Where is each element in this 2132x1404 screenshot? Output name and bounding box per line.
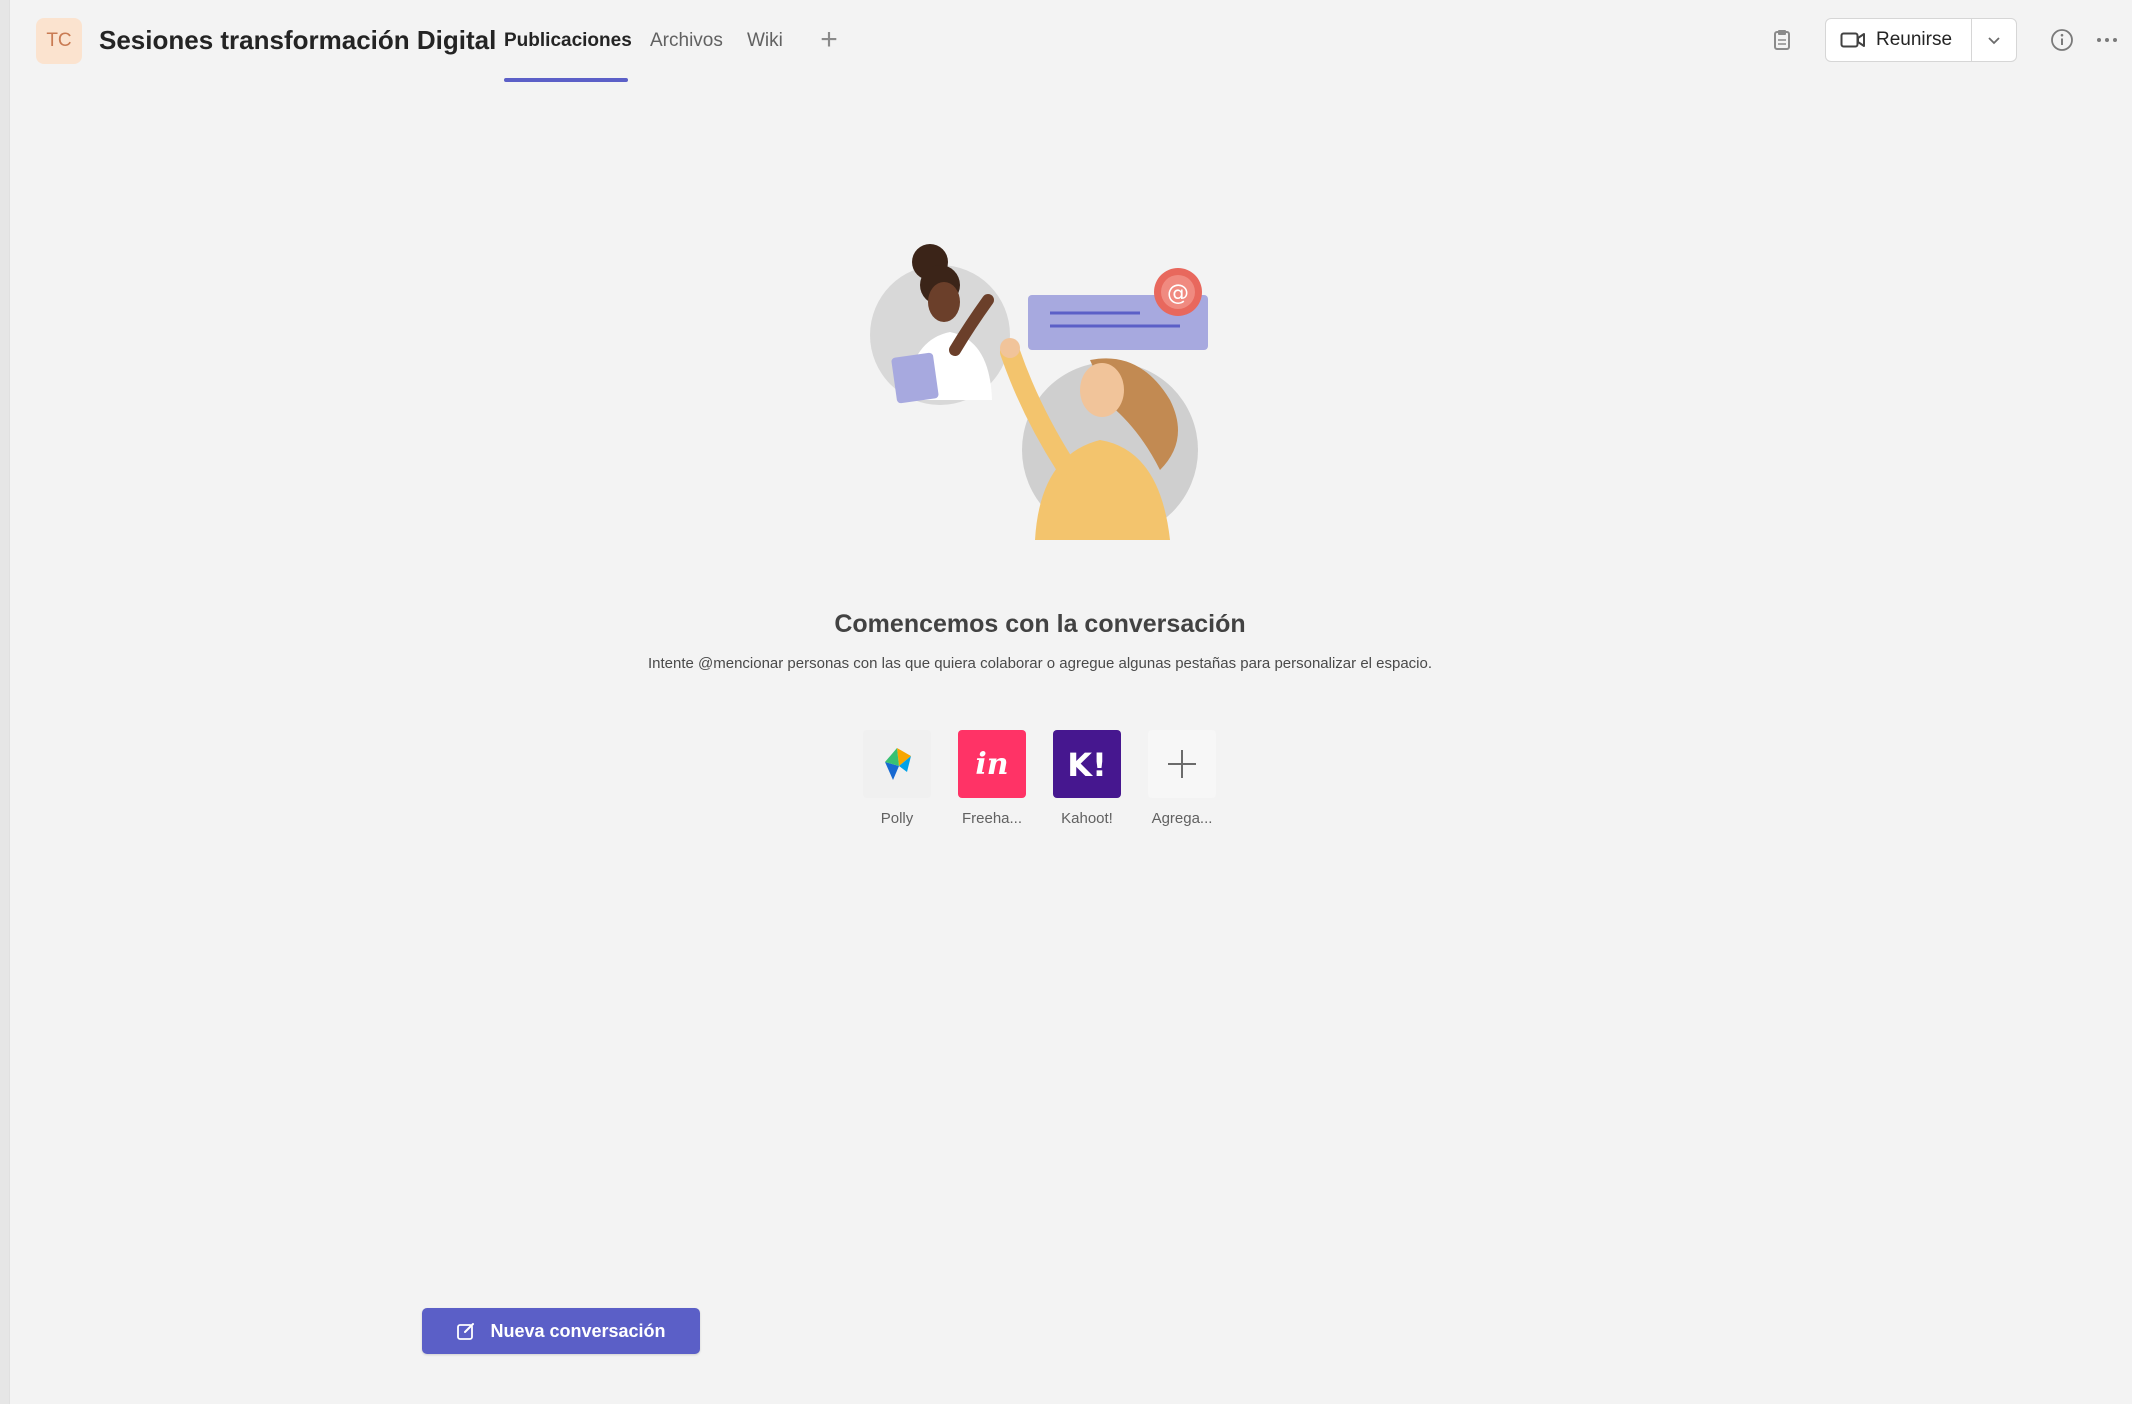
suggested-apps: Polly in Freeha... K! Kahoot! Agrega... [860,730,1220,840]
svg-text:in: in [975,747,1008,782]
plus-icon [1168,750,1196,778]
app-freehand[interactable]: in Freeha... [955,730,1029,840]
new-conversation-label: Nueva conversación [490,1320,666,1341]
info-icon [2051,29,2073,51]
app-label: Agrega... [1151,810,1213,827]
meet-button-group: Reunirse [1825,18,2017,62]
more-options-button[interactable] [2090,22,2124,58]
team-avatar[interactable]: TC [36,18,82,64]
active-tab-indicator [504,78,628,82]
meet-label: Reunirse [1876,29,1953,50]
clipboard-icon [1774,30,1790,50]
empty-state-title: Comencemos con la conversación [834,610,1246,638]
app-tile-add [1148,730,1216,798]
kahoot-icon: K! [1067,746,1106,782]
plus-icon: + [820,23,838,56]
app-label: Freeha... [961,810,1023,827]
app-label: Kahoot! [1061,810,1113,827]
video-camera-icon [1840,32,1865,48]
add-tab-button[interactable]: + [816,22,842,58]
more-icon [2097,38,2117,42]
app-add-more[interactable]: Agrega... [1145,730,1219,840]
channel-title: Sesiones transformación Digital [99,25,497,55]
meet-options-dropdown[interactable] [1970,19,2016,61]
app-kahoot[interactable]: K! Kahoot! [1050,730,1124,840]
tab-publicaciones[interactable]: Publicaciones [504,24,632,58]
channel-info-button[interactable] [2045,22,2079,58]
app-tile-polly [863,730,931,798]
app-polly[interactable]: Polly [860,730,934,840]
compose-icon [457,1323,475,1340]
collaboration-illustration: @ [860,240,1240,540]
channel-header: TC Sesiones transformación Digital Publi… [10,0,2132,84]
new-conversation-button[interactable]: Nueva conversación [422,1308,700,1354]
app-rail-edge [0,0,10,1404]
polly-icon [885,748,911,780]
svg-text:K!: K! [1067,746,1106,782]
empty-state-subtitle: Intente @mencionar personas con las que … [647,655,1433,672]
tab-wiki[interactable]: Wiki [747,24,783,58]
app-tile-kahoot: K! [1053,730,1121,798]
meet-button[interactable]: Reunirse [1826,19,1971,61]
app-tile-freehand: in [958,730,1026,798]
svg-text:@: @ [1167,281,1189,306]
clipboard-button[interactable] [1765,22,1799,58]
chevron-down-icon [1988,37,2000,45]
tab-archivos[interactable]: Archivos [650,24,723,58]
team-initials: TC [46,30,72,51]
freehand-icon: in [975,747,1008,782]
app-label: Polly [880,810,914,827]
